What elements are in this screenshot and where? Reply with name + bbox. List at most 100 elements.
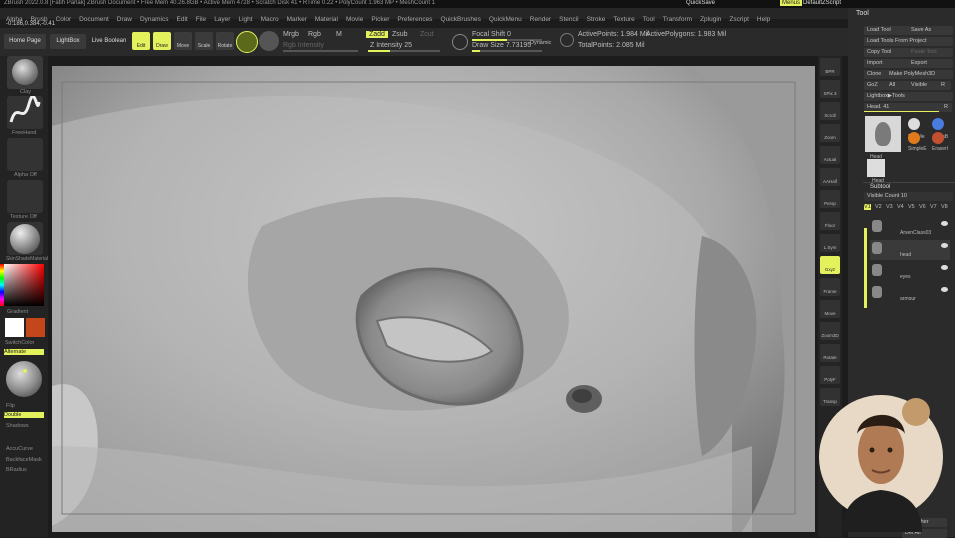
zadd-button[interactable]: Zadd [366, 31, 388, 38]
mrgb-button[interactable]: Mrgb [283, 31, 299, 38]
scale-button[interactable]: Scale [195, 32, 213, 50]
eye-icon[interactable] [941, 265, 948, 270]
alpha-off-icon[interactable] [7, 138, 43, 171]
menu-item[interactable]: Material [315, 14, 338, 25]
shadows-button[interactable]: Shadows [6, 423, 29, 429]
alpha-brush-icon[interactable] [932, 118, 944, 130]
menu-item[interactable]: Render [530, 14, 551, 25]
menu-item[interactable]: Texture [613, 14, 634, 25]
light-sphere-icon[interactable] [6, 361, 42, 397]
tray-button-scroll[interactable]: Scroll [820, 102, 840, 120]
star-icon[interactable] [908, 118, 920, 130]
dynamic-button[interactable]: Dynamic [530, 40, 551, 46]
tray-button-aahalf[interactable]: AAHalf [820, 168, 840, 186]
bradius-button[interactable]: BRadius [6, 467, 27, 473]
visibility-level-v3[interactable]: V3 [886, 204, 893, 210]
tray-button-frame[interactable]: Frame [820, 278, 840, 296]
lightbox-button[interactable]: LightBox [50, 34, 86, 49]
menu-item[interactable]: Zscript [729, 14, 749, 25]
tray-button-spix-3[interactable]: SPix 3 [820, 80, 840, 98]
tool-thumb-label[interactable]: SimpleE [908, 146, 927, 152]
menu-item[interactable]: Layer [214, 14, 230, 25]
zsub-button[interactable]: Zsub [392, 31, 408, 38]
menu-item[interactable]: Picker [371, 14, 389, 25]
goz-button[interactable]: GoZ [864, 81, 887, 90]
clone-button[interactable]: Clone [864, 70, 887, 79]
tray-button-gxyz[interactable]: Gxyz [820, 256, 840, 274]
tray-button-l-sym[interactable]: L.Sym [820, 234, 840, 252]
subtool-row[interactable]: armour [870, 284, 950, 304]
visibility-level-v7[interactable]: V7 [930, 204, 937, 210]
sculpted-head-model[interactable] [52, 66, 815, 532]
draw-button[interactable]: Draw [153, 32, 171, 50]
menus-button[interactable]: Menus [780, 0, 803, 6]
visibility-level-v6[interactable]: V6 [919, 204, 926, 210]
visibility-level-v5[interactable]: V5 [908, 204, 915, 210]
head-thumbnail[interactable] [865, 116, 901, 152]
secondary-color-swatch[interactable] [26, 318, 45, 337]
clay-brush-icon[interactable] [7, 56, 43, 89]
rgb-button[interactable]: Rgb [308, 31, 321, 38]
lightbox-tools-button[interactable]: Lightbox▶Tools [864, 92, 953, 101]
draw-size-slider[interactable]: Draw Size 7.73195 [472, 42, 531, 49]
import-button[interactable]: Import [864, 59, 909, 68]
head-thumbnail-small[interactable] [867, 159, 885, 177]
eye-icon[interactable] [941, 287, 948, 292]
default-script-button[interactable]: DefaultZScript [803, 0, 841, 6]
rgb-intensity-slider[interactable]: Rgb Intensity [283, 42, 324, 49]
alternate-button[interactable]: Alternate [4, 349, 44, 355]
live-boolean-button[interactable]: Live Boolean [90, 34, 128, 49]
tray-button-persp[interactable]: Persp [820, 190, 840, 208]
z-intensity-slider[interactable]: Z Intensity 25 [370, 42, 412, 49]
switch-color-label[interactable]: SwitchColor [5, 340, 34, 346]
load-tool-button[interactable]: Load Tool [864, 26, 909, 35]
zcut-button[interactable]: Zcut [420, 31, 434, 38]
visible-button[interactable]: Visible [908, 81, 939, 90]
color-picker[interactable] [0, 264, 44, 306]
menu-item[interactable]: Dynamics [140, 14, 169, 25]
eraser-icon[interactable] [932, 132, 944, 144]
light-dot-icon[interactable] [23, 369, 27, 373]
tray-button-rotate[interactable]: Rotate [820, 344, 840, 362]
visible-count-slider[interactable]: Visible Count 10 [864, 192, 953, 201]
flip-button[interactable]: Flip [6, 403, 15, 409]
paste-tool-button[interactable]: Paste Tool [908, 48, 953, 57]
color-sphere-icon[interactable] [259, 31, 279, 51]
texture-off-icon[interactable] [7, 180, 43, 213]
visibility-level-v8[interactable]: V8 [941, 204, 948, 210]
menu-item[interactable]: QuickBrushes [440, 14, 480, 25]
canvas-viewport[interactable] [52, 66, 815, 532]
subtool-scrollbar[interactable] [864, 228, 867, 308]
subtool-row[interactable]: head [870, 240, 950, 260]
m-button[interactable]: M [336, 31, 342, 38]
subtool-row[interactable]: eyes [870, 262, 950, 282]
z-intensity-track[interactable] [368, 50, 440, 52]
menu-item[interactable]: Macro [261, 14, 279, 25]
menu-item[interactable]: Help [757, 14, 770, 25]
menu-item[interactable]: Movie [346, 14, 363, 25]
menu-item[interactable]: File [196, 14, 206, 25]
subtool-row[interactable]: ArsenClass03 [870, 218, 950, 238]
r-button[interactable]: R [938, 81, 951, 90]
tray-button-zoom3d[interactable]: Zoom3D [820, 322, 840, 340]
accucurve-button[interactable]: AccuCurve [6, 446, 33, 452]
menu-item[interactable]: QuickMenu [489, 14, 522, 25]
menu-item[interactable]: Zplugin [700, 14, 721, 25]
menu-item[interactable]: Document [79, 14, 109, 25]
draw-size-track[interactable] [472, 50, 542, 52]
backface-mask-button[interactable]: BackfaceMask [6, 457, 42, 463]
quicksave-button[interactable]: QuickSave [686, 0, 715, 6]
edit-button[interactable]: Edit [132, 32, 150, 50]
double-button[interactable]: Double [4, 412, 44, 418]
menu-item[interactable]: Transform [663, 14, 692, 25]
menu-item[interactable]: Draw [117, 14, 132, 25]
menu-item[interactable]: Edit [177, 14, 188, 25]
rotate-button[interactable]: Rotate [216, 32, 234, 50]
save-as-button[interactable]: Save As [908, 26, 953, 35]
tool-thumb-label[interactable]: EraserI [932, 146, 948, 152]
r2-button[interactable]: R [941, 103, 952, 112]
eye-icon[interactable] [941, 243, 948, 248]
menu-item[interactable]: Marker [287, 14, 307, 25]
menu-item[interactable]: Light [238, 14, 252, 25]
material-icon[interactable] [7, 222, 43, 255]
